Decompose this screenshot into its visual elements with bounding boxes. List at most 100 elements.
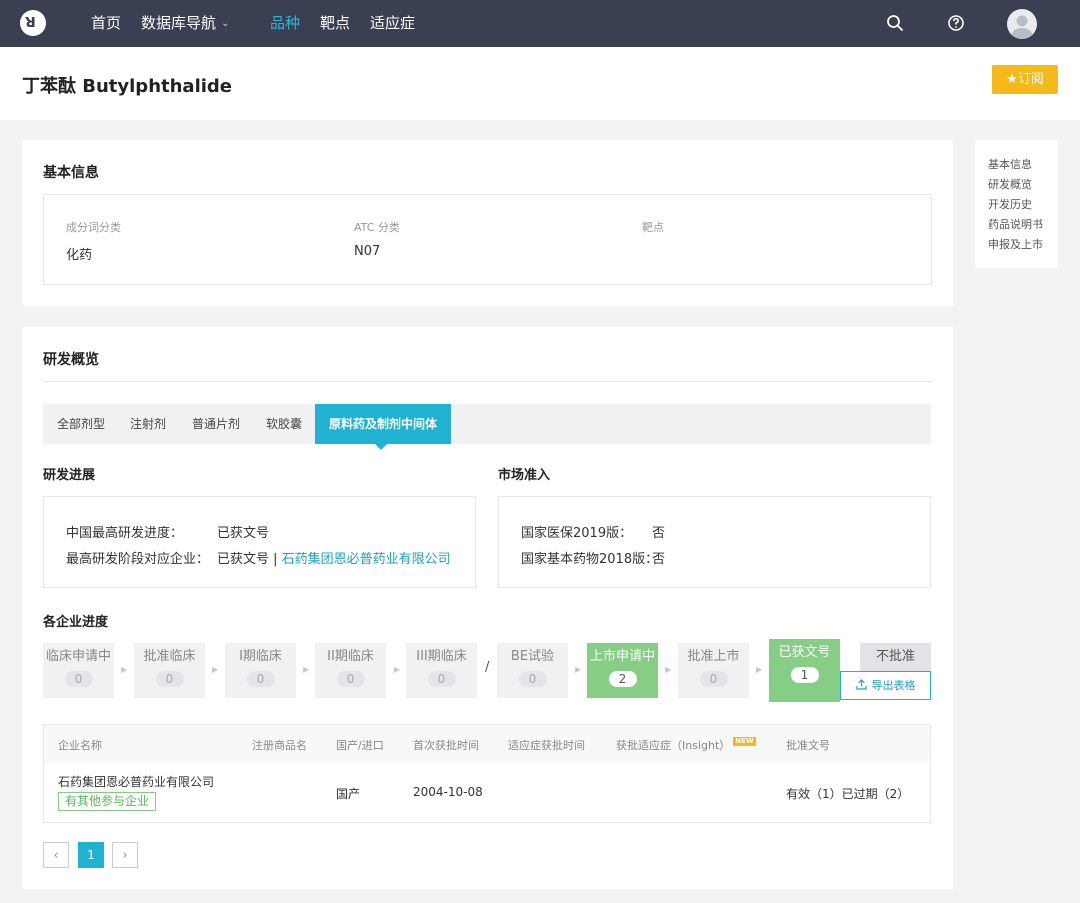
section-title: 研发进展 bbox=[43, 468, 96, 483]
dosage-tabs: 全部剂型 注射剂 普通片剂 软胶囊 原料药及制剂中间体 bbox=[43, 404, 931, 450]
page-header: 丁苯酞 Butylphthalide ★订阅 bbox=[0, 47, 1080, 120]
avatar[interactable] bbox=[1007, 9, 1037, 39]
column-header: 企业名称 bbox=[58, 739, 102, 752]
stage-listing-approved[interactable]: 批准上市 0 bbox=[678, 643, 749, 698]
column-header: 国产/进口 bbox=[336, 739, 384, 752]
subscribe-label: 订阅 bbox=[1017, 72, 1044, 87]
company-link[interactable]: 石药集团恩必普药业有限公司 bbox=[58, 773, 214, 790]
arrow-right-icon: ▶ bbox=[212, 665, 219, 674]
section-nav-item-history[interactable]: 开发历史 bbox=[988, 195, 1058, 215]
section-title: 基本信息 bbox=[43, 165, 99, 181]
tab-tablet[interactable]: 普通片剂 bbox=[192, 404, 240, 444]
progress-value-text: 已获文号 | bbox=[217, 552, 282, 567]
stage-be-trial[interactable]: BE试验 0 bbox=[497, 643, 568, 698]
stage-count: 0 bbox=[64, 671, 93, 687]
tab-softgel[interactable]: 软胶囊 bbox=[266, 404, 302, 444]
stage-count: 0 bbox=[155, 671, 184, 687]
column-header: 首次获批时间 bbox=[413, 739, 479, 752]
chevron-down-icon: ⌄ bbox=[221, 17, 230, 29]
section-nav-item-overview[interactable]: 研发概览 bbox=[988, 175, 1058, 195]
column-header: 获批适应症（Insight） NEW bbox=[616, 737, 756, 753]
stage-name: I期临床 bbox=[239, 649, 282, 664]
progress-value: 已获文号 | 石药集团恩必普药业有限公司 bbox=[217, 548, 451, 567]
star-icon: ★ bbox=[1006, 72, 1018, 87]
company-link[interactable]: 石药集团恩必普药业有限公司 bbox=[282, 552, 451, 567]
origin: 国产 bbox=[336, 787, 361, 801]
logo-icon: ꓤ bbox=[25, 15, 36, 31]
stage-name: 已获文号 bbox=[778, 645, 831, 660]
prev-page-button[interactable]: ‹ bbox=[43, 842, 69, 868]
table-header: 企业名称 注册商品名 国产/进口 首次获批时间 适应症获批时间 获批适应症（In… bbox=[44, 725, 930, 763]
tab-injection[interactable]: 注射剂 bbox=[130, 404, 166, 444]
stage-count: 2 bbox=[608, 671, 637, 687]
stage-clinical-application[interactable]: 临床申请中 0 bbox=[43, 643, 114, 698]
stage-listing-application[interactable]: 上市申请中 2 bbox=[587, 643, 658, 698]
divider bbox=[43, 381, 932, 382]
section-nav-item-label[interactable]: 药品说明书 bbox=[988, 215, 1058, 235]
stage-name: 上市申请中 bbox=[589, 649, 655, 664]
column-header-label: 获批适应症（Insight） bbox=[616, 739, 731, 752]
logo[interactable]: ꓤ bbox=[20, 10, 46, 36]
next-page-button[interactable]: › bbox=[112, 842, 138, 868]
stage-phase-2[interactable]: II期临床 0 bbox=[315, 643, 386, 698]
column-header: 批准文号 bbox=[786, 739, 830, 752]
column-header: 注册商品名 bbox=[252, 739, 307, 752]
arrow-right-icon: ▶ bbox=[756, 665, 763, 674]
approval-number-link[interactable]: 有效（1）已过期（2） bbox=[786, 785, 909, 802]
nav-item-indication[interactable]: 适应症 bbox=[370, 13, 415, 33]
progress-box: 中国最高研发进度： 已获文号 最高研发阶段对应企业： 已获文号 | 石药集团恩必… bbox=[43, 496, 476, 588]
page-button[interactable]: 1 bbox=[78, 842, 104, 868]
basic-info-card: 基本信息 成分词分类 化药 ATC 分类 N07 靶点 bbox=[22, 140, 953, 306]
basic-info-box: 成分词分类 化药 ATC 分类 N07 靶点 bbox=[43, 194, 932, 285]
stage-phase-3[interactable]: III期临床 0 bbox=[406, 643, 477, 698]
nav-item-home[interactable]: 首页 bbox=[91, 13, 121, 33]
stage-count: 0 bbox=[699, 671, 728, 687]
section-title: 各企业进度 bbox=[43, 615, 109, 630]
stage-license-granted[interactable]: 已获文号 1 bbox=[769, 639, 840, 702]
company-table: 企业名称 注册商品名 国产/进口 首次获批时间 适应症获批时间 获批适应症（In… bbox=[43, 724, 931, 823]
nav-item-target[interactable]: 靶点 bbox=[320, 13, 350, 33]
section-nav: 基本信息 研发概览 开发历史 药品说明书 申报及上市 bbox=[975, 140, 1058, 268]
stage-count: 0 bbox=[336, 671, 365, 687]
page-title: 丁苯酞 Butylphthalide bbox=[22, 76, 233, 97]
stage-name: 批准临床 bbox=[143, 649, 196, 664]
stage-rejected[interactable]: 不批准 bbox=[860, 643, 931, 671]
arrow-right-icon: ▶ bbox=[303, 665, 310, 674]
section-nav-item-basic[interactable]: 基本信息 bbox=[988, 155, 1058, 175]
market-value: 否 bbox=[652, 526, 666, 541]
export-table-button[interactable]: 导出表格 bbox=[840, 671, 931, 700]
arrow-right-icon: ▶ bbox=[575, 665, 582, 674]
top-nav: ꓤ 首页 数据库导航 ⌄ 品种 靶点 适应症 bbox=[0, 0, 1080, 47]
user-icon bbox=[1011, 15, 1033, 39]
search-icon[interactable] bbox=[886, 14, 904, 32]
field-value: N07 bbox=[354, 244, 381, 259]
nav-item-database-label: 数据库导航 bbox=[141, 14, 217, 32]
subscribe-button[interactable]: ★订阅 bbox=[992, 65, 1058, 94]
section-title: 市场准入 bbox=[498, 468, 551, 483]
stage-clinical-approved[interactable]: 批准临床 0 bbox=[134, 643, 205, 698]
tab-all[interactable]: 全部剂型 bbox=[57, 404, 105, 444]
stage-count: 1 bbox=[790, 667, 819, 683]
market-label: 国家医保2019版： bbox=[521, 526, 633, 541]
tab-api[interactable]: 原料药及制剂中间体 bbox=[315, 404, 452, 450]
market-value: 否 bbox=[652, 552, 666, 567]
first-approval-date: 2004-10-08 bbox=[413, 785, 483, 799]
arrow-right-icon: ▶ bbox=[394, 665, 401, 674]
stage-name: 不批准 bbox=[875, 649, 915, 664]
column-header: 适应症获批时间 bbox=[508, 739, 585, 752]
upload-icon bbox=[855, 679, 867, 690]
stage-count: 0 bbox=[427, 671, 456, 687]
market-box: 国家医保2019版： 否 国家基本药物2018版： 否 bbox=[498, 496, 931, 588]
stage-phase-1[interactable]: I期临床 0 bbox=[225, 643, 296, 698]
arrow-right-icon: ▶ bbox=[665, 665, 672, 674]
stage-count: 0 bbox=[246, 671, 275, 687]
nav-item-database[interactable]: 数据库导航 ⌄ bbox=[141, 13, 229, 34]
section-nav-item-listing[interactable]: 申报及上市 bbox=[988, 235, 1058, 255]
progress-label: 最高研发阶段对应企业： bbox=[66, 552, 210, 567]
help-icon[interactable] bbox=[947, 14, 965, 32]
status-badge: 有其他参与企业 bbox=[58, 792, 157, 811]
stage-name: II期临床 bbox=[327, 649, 374, 664]
nav-item-drug[interactable]: 品种 bbox=[270, 13, 300, 33]
stage-name: 临床申请中 bbox=[45, 649, 111, 664]
field-label: 靶点 bbox=[642, 221, 664, 234]
